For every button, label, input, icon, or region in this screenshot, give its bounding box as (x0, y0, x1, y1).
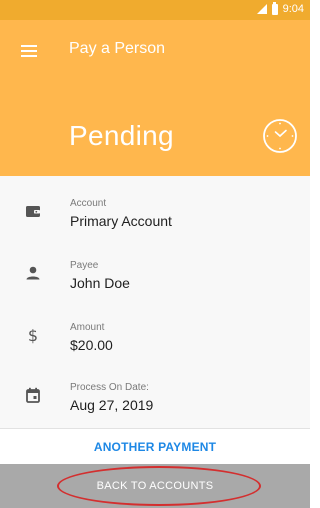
detail-row-payee: Payee John Doe (0, 250, 310, 310)
detail-value: John Doe (70, 275, 130, 291)
back-to-accounts-button[interactable]: BACK TO ACCOUNTS (0, 464, 310, 508)
detail-label: Amount (70, 322, 105, 333)
detail-value: $20.00 (70, 337, 113, 353)
detail-row-amount: $ Amount $20.00 (0, 312, 310, 372)
detail-row-date: Process On Date: Aug 27, 2019 (0, 372, 310, 432)
battery-icon (271, 1, 278, 15)
status-time: 9:04 (282, 3, 304, 15)
status-indicators: 9:04 (256, 1, 304, 15)
detail-value: Aug 27, 2019 (70, 397, 154, 413)
divider (0, 428, 310, 429)
dollar-icon: $ (28, 326, 38, 344)
payment-status: Pending (69, 120, 174, 151)
page-title: Pay a Person (69, 40, 166, 57)
wallet-icon (26, 206, 40, 217)
payment-details: Account Primary Account Payee John Doe $… (0, 176, 310, 428)
calendar-icon (26, 387, 40, 403)
hamburger-menu-icon[interactable] (21, 45, 37, 57)
svg-text:$: $ (28, 326, 38, 344)
person-icon (26, 266, 40, 280)
signal-icon (256, 4, 267, 14)
another-payment-button[interactable]: ANOTHER PAYMENT (0, 430, 310, 464)
detail-value: Primary Account (70, 213, 172, 229)
detail-label: Process On Date: (70, 382, 149, 393)
clock-icon (263, 119, 297, 153)
status-bar: 9:04 (0, 0, 310, 20)
app-header: Pay a Person Pending (0, 20, 310, 176)
detail-row-account: Account Primary Account (0, 188, 310, 248)
detail-label: Account (70, 198, 107, 209)
detail-label: Payee (70, 260, 99, 271)
